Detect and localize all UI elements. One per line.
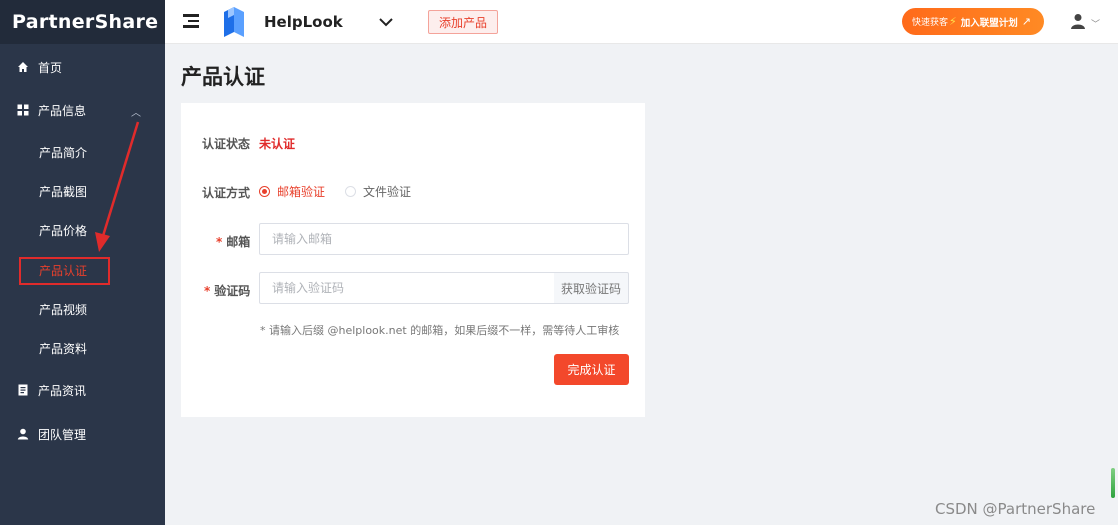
sidebar-subitem-video[interactable]: 产品视频 [0, 293, 165, 325]
radio-file-verify[interactable]: 文件验证 [345, 183, 411, 200]
sidebar-item-label: 产品资讯 [38, 383, 87, 398]
email-label-text: 邮箱 [226, 235, 251, 249]
menu-toggle-icon[interactable] [183, 14, 199, 28]
helplook-logo-icon [224, 7, 244, 37]
verification-code-input[interactable] [259, 272, 555, 304]
promo-strong: 加入联盟计划 [960, 17, 1018, 29]
code-label-text: 验证码 [214, 284, 251, 298]
page-title: 产品认证 [181, 65, 265, 89]
email-input[interactable] [259, 223, 629, 255]
radio-unchecked-icon [345, 186, 356, 197]
certification-card: 认证状态 未认证 认证方式 邮箱验证 文件验证 *邮箱 *验证码 获取验证码 *… [181, 103, 645, 417]
chevron-up-icon: ︿ [131, 108, 141, 119]
lightning-icon: ⚡ [949, 15, 957, 28]
highlight-box [19, 257, 110, 285]
complete-certification-button[interactable]: 完成认证 [554, 354, 629, 385]
radio-checked-icon [259, 186, 270, 197]
home-icon [17, 61, 29, 73]
brand-logo[interactable]: PartnerShare [0, 0, 165, 44]
topbar: HelpLook 添加产品 快速获客 ⚡ 加入联盟计划 ↗ ﹀ [165, 0, 1118, 44]
sidebar-item-label: 产品信息 [38, 103, 87, 118]
method-label: 认证方式 [202, 186, 251, 200]
email-label: * 邮箱 [216, 233, 250, 250]
radio-label: 文件验证 [363, 185, 412, 199]
code-label: * 验证码 [204, 282, 250, 299]
add-product-button[interactable]: 添加产品 [428, 10, 498, 34]
user-chevron-icon[interactable]: ﹀ [1091, 17, 1100, 30]
trend-up-icon: ↗ [1021, 15, 1031, 28]
user-avatar-icon[interactable] [1070, 13, 1086, 29]
required-mark: * [216, 235, 223, 249]
get-code-button[interactable]: 获取验证码 [554, 272, 629, 304]
sidebar: PartnerShare 首页 产品信息 ︿ 产品简介 产品截图 产品价格 产品… [0, 0, 165, 525]
chevron-down-icon[interactable] [378, 14, 394, 30]
sidebar-item-label: 首页 [38, 60, 63, 75]
radio-email-verify[interactable]: 邮箱验证 [259, 183, 325, 200]
user-icon [17, 428, 29, 440]
product-name[interactable]: HelpLook [264, 13, 343, 31]
status-label: 认证状态 [202, 137, 251, 151]
status-value: 未认证 [259, 137, 296, 151]
sidebar-item-team[interactable]: 团队管理 [0, 416, 165, 452]
email-hint: * 请输入后缀 @helplook.net 的邮箱，如果后缀不一样，需等待人工审… [260, 324, 620, 337]
watermark: CSDN @PartnerShare [935, 500, 1096, 518]
radio-label: 邮箱验证 [277, 185, 326, 199]
sidebar-item-product-news[interactable]: 产品资讯 [0, 372, 165, 408]
sidebar-item-label: 团队管理 [38, 427, 87, 442]
grid-icon [17, 104, 29, 116]
annotation-arrow-icon [95, 121, 140, 252]
document-icon [17, 384, 29, 396]
sidebar-item-home[interactable]: 首页 [0, 49, 165, 85]
required-mark: * [204, 284, 211, 298]
affiliate-promo-button[interactable]: 快速获客 ⚡ 加入联盟计划 ↗ [902, 8, 1044, 35]
promo-prefix: 快速获客 [912, 18, 949, 28]
scrollbar-thumb[interactable] [1111, 468, 1115, 498]
sidebar-subitem-materials[interactable]: 产品资料 [0, 332, 165, 364]
